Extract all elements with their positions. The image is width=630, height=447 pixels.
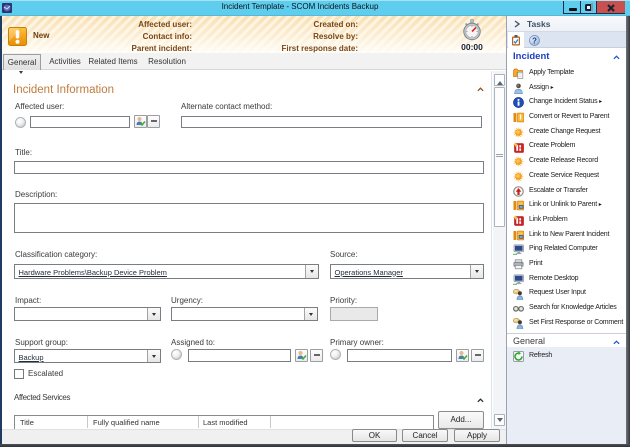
svg-text:?: ? [532,36,537,45]
